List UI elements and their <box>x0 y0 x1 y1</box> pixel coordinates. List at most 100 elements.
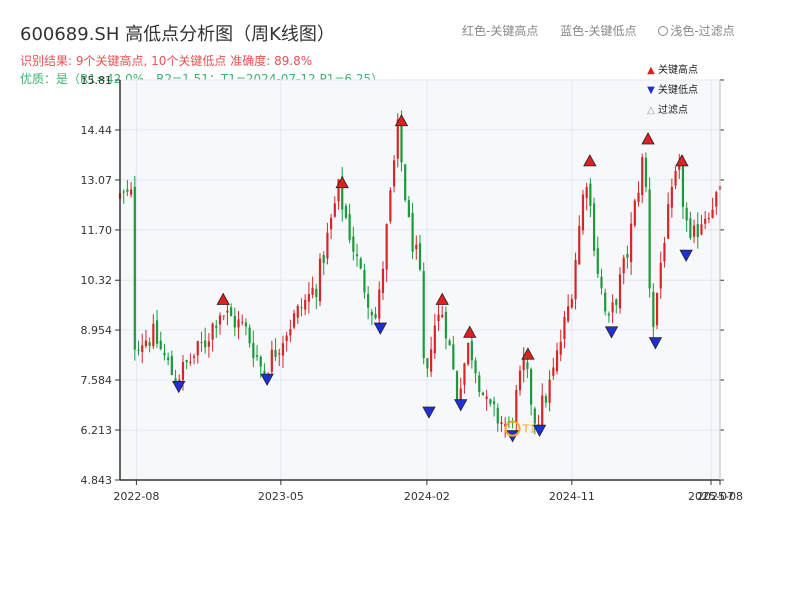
candle-body <box>259 356 262 367</box>
candle-body <box>655 292 659 326</box>
candle-body <box>415 244 418 250</box>
candle-body <box>707 218 710 220</box>
candle-body <box>615 299 618 305</box>
candle-body <box>133 186 136 350</box>
candle-body <box>626 253 629 258</box>
candle-body <box>474 360 477 374</box>
candle-body <box>663 242 666 262</box>
x-tick-label: 2022-08 <box>113 490 159 503</box>
candle-body <box>148 342 151 346</box>
candle-body <box>452 344 455 370</box>
candle-body <box>378 289 381 319</box>
x-tick-label: 2025-08 <box>697 490 743 503</box>
candle-body <box>233 315 236 328</box>
candle-body <box>141 345 144 353</box>
candle-body <box>152 323 155 347</box>
outline-triangle-icon: △ <box>647 105 655 116</box>
candle-body <box>170 356 173 375</box>
candle-body <box>696 224 699 238</box>
candle-body <box>433 325 436 354</box>
candle-body <box>622 257 625 274</box>
legend-label-filtered: 过滤点 <box>658 105 688 116</box>
candle-body <box>552 367 555 376</box>
candle-body <box>189 361 192 363</box>
candle-body <box>215 325 218 328</box>
candle-body <box>541 395 544 428</box>
candle-body <box>274 349 277 357</box>
candle-body <box>285 335 288 342</box>
candle-body <box>681 164 685 207</box>
candle-body <box>492 401 496 405</box>
candle-body <box>381 268 385 293</box>
candle-body <box>404 164 407 201</box>
y-tick-label: 13.07 <box>81 174 113 187</box>
candle-body <box>322 254 325 263</box>
candle-body <box>278 353 281 355</box>
candle-body <box>611 302 614 313</box>
candle-body <box>659 262 662 289</box>
y-tick-label: 15.81 <box>81 74 113 87</box>
candle-body <box>555 350 559 372</box>
candle-body <box>248 327 251 344</box>
candle-body <box>292 313 296 328</box>
candle-body <box>667 204 670 239</box>
candle-body <box>592 203 596 251</box>
candle-body <box>711 209 714 218</box>
candle-body <box>363 269 366 293</box>
candle-body <box>641 157 644 196</box>
candle-body <box>137 349 140 351</box>
candle-body <box>518 370 522 391</box>
candle-body <box>637 192 640 203</box>
candle-body <box>533 408 536 424</box>
chart-legend: ▲ 关键高点 ▼ 关键低点 △ 过滤点 <box>644 64 698 124</box>
candle-body <box>367 294 370 308</box>
candle-body <box>122 191 125 193</box>
candle-body <box>211 323 214 340</box>
candle-body <box>167 357 170 361</box>
candle-body <box>589 183 592 206</box>
legend-label-low: 关键低点 <box>658 85 698 96</box>
candle-body <box>192 356 196 358</box>
candle-body <box>715 192 718 207</box>
y-tick-label: 6.213 <box>81 424 113 437</box>
candle-body <box>326 232 329 259</box>
candle-body <box>585 187 588 198</box>
candle-body <box>352 236 355 252</box>
candle-body <box>581 194 585 231</box>
candle-body <box>426 358 429 369</box>
candle-body <box>467 342 470 365</box>
candle-body <box>344 205 348 218</box>
candle-body <box>644 157 648 188</box>
candle-body <box>289 329 292 336</box>
candle-body <box>281 343 285 356</box>
candle-body <box>270 349 273 372</box>
candle-body <box>430 349 433 372</box>
candle-body <box>463 363 466 385</box>
candle-body <box>478 375 481 392</box>
y-tick-label: 10.32 <box>81 274 113 287</box>
candle-body <box>374 314 377 319</box>
candle-body <box>496 407 499 424</box>
candle-body <box>441 314 444 318</box>
candle-body <box>526 362 529 369</box>
candle-body <box>692 225 696 237</box>
candle-body <box>485 396 488 399</box>
candle-body <box>207 341 210 347</box>
candle-body <box>444 311 448 339</box>
legend-label-high: 关键高点 <box>658 65 698 76</box>
candle-body <box>389 190 392 222</box>
candle-body <box>574 259 577 300</box>
candle-body <box>570 299 573 308</box>
candle-body <box>567 306 570 321</box>
y-tick-label: 14.44 <box>81 124 113 137</box>
candle-body <box>700 224 703 235</box>
candle-body <box>470 341 473 361</box>
candle-body <box>222 315 225 317</box>
candle-body <box>563 316 566 340</box>
down-triangle-icon: ▼ <box>647 85 655 96</box>
candle-body <box>618 274 622 309</box>
candle-body <box>600 276 603 289</box>
x-tick-label: 2024-11 <box>549 490 595 503</box>
candle-body <box>252 342 255 359</box>
candle-body <box>196 341 199 356</box>
